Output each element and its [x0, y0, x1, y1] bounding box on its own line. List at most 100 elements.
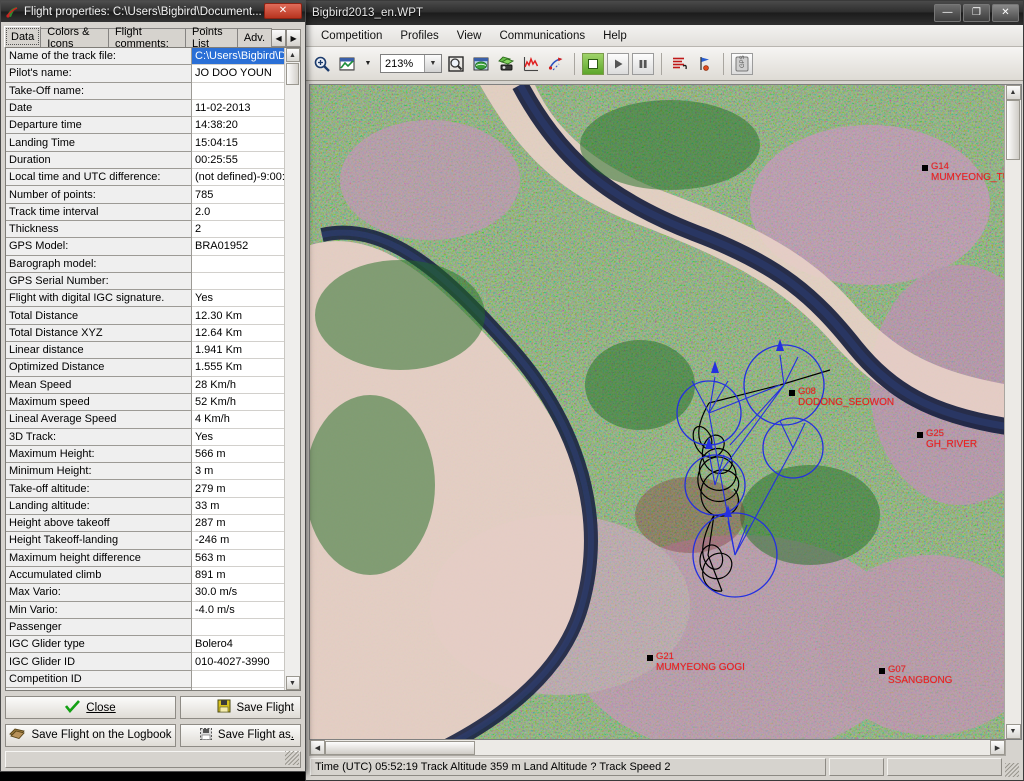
menu-profiles[interactable]: Profiles	[391, 28, 447, 44]
scroll-down-icon[interactable]: ▼	[1005, 724, 1021, 739]
pause-button-icon[interactable]	[632, 52, 654, 75]
property-value[interactable]	[192, 82, 284, 100]
property-row[interactable]: Total Distance XYZ 12.64 Km	[6, 324, 284, 343]
property-row[interactable]: 3D Track: Yes	[6, 428, 284, 446]
flag-marker-icon[interactable]	[694, 53, 716, 75]
property-value[interactable]: 1.555 Km	[192, 359, 284, 377]
property-row[interactable]: GPS Serial Number:	[6, 272, 284, 291]
scroll-up-icon[interactable]: ▲	[285, 48, 300, 62]
property-row[interactable]: Linear distance 1.941 Km	[6, 342, 284, 360]
property-value[interactable]: 3 m	[192, 463, 284, 481]
dialog-close-button[interactable]: ✕	[264, 3, 302, 19]
property-row[interactable]: Maximum Height: 566 m	[6, 445, 284, 464]
property-value[interactable]: C:\Users\Bigbird\Doc	[192, 48, 284, 66]
property-value[interactable]: 287 m	[192, 515, 284, 533]
property-value[interactable]: 30.0 m/s	[192, 584, 284, 602]
property-row[interactable]: IGC Glider type Bolero4	[6, 636, 284, 654]
property-value[interactable]: 785	[192, 186, 284, 204]
scroll-right-icon[interactable]: ▶	[990, 740, 1005, 755]
property-row[interactable]: Height Takeoff-landing -246 m	[6, 532, 284, 550]
property-row[interactable]: GPS Model: BRA01952	[6, 238, 284, 256]
horizontal-scroll-thumb[interactable]	[325, 740, 475, 755]
property-row[interactable]: Maximum speed 52 Km/h	[6, 393, 284, 412]
property-value[interactable]: 566 m	[192, 445, 284, 464]
property-row[interactable]: Local time and UTC difference: (not defi…	[6, 169, 284, 187]
property-value[interactable]	[192, 687, 284, 690]
map-cash-icon[interactable]	[495, 53, 517, 75]
property-value[interactable]: 4 Km/h	[192, 411, 284, 429]
property-row[interactable]: Height above takeoff 287 m	[6, 515, 284, 533]
property-value[interactable]: Yes	[192, 428, 284, 446]
tab-points-list[interactable]: Points List	[185, 26, 238, 50]
property-value[interactable]: 00:25:55	[192, 151, 284, 170]
zoom-level-combobox[interactable]: 213% ▼	[380, 54, 442, 73]
property-value[interactable]: 33 m	[192, 497, 284, 516]
property-value[interactable]: 12.30 Km	[192, 307, 284, 325]
tab-data[interactable]: Data	[4, 26, 42, 47]
resize-grip-icon[interactable]	[1005, 763, 1019, 777]
property-value[interactable]: 1.941 Km	[192, 342, 284, 360]
close-button[interactable]: ✕	[992, 4, 1019, 22]
map-vertical-scrollbar[interactable]: ▲ ▼	[1004, 85, 1021, 739]
close-button[interactable]: Close	[5, 696, 176, 719]
property-row[interactable]: Minimum Height: 3 m	[6, 463, 284, 481]
menu-help[interactable]: Help	[594, 28, 636, 44]
property-row[interactable]: Barograph model:	[6, 255, 284, 273]
property-value[interactable]: -246 m	[192, 532, 284, 550]
property-row[interactable]: Optimized Distance 1.555 Km	[6, 359, 284, 377]
property-row[interactable]: Departure time 14:38:20	[6, 117, 284, 135]
tab-colors-and-icons[interactable]: Colors & Icons	[40, 26, 109, 50]
tab-flight-comments[interactable]: Flight comments:	[107, 26, 186, 50]
property-row[interactable]: Passenger	[6, 618, 284, 637]
menu-competition[interactable]: Competition	[312, 28, 391, 44]
property-value[interactable]: 2.0	[192, 203, 284, 221]
property-row[interactable]: Take-off altitude: 279 m	[6, 480, 284, 498]
scroll-left-icon[interactable]: ◀	[310, 740, 325, 755]
grid-vertical-scrollbar[interactable]: ▲ ▼	[284, 48, 300, 690]
play-button-icon[interactable]	[607, 52, 629, 75]
property-value[interactable]: 14:38:20	[192, 117, 284, 135]
property-value[interactable]: Bolero4	[192, 636, 284, 654]
property-value[interactable]: 12.64 Km	[192, 324, 284, 343]
menu-view[interactable]: View	[448, 28, 491, 44]
barogram-icon[interactable]	[520, 53, 542, 75]
property-row[interactable]: Maximum height difference 563 m	[6, 549, 284, 567]
property-value[interactable]: 2	[192, 220, 284, 239]
vertical-scroll-thumb[interactable]	[1006, 100, 1020, 160]
property-value[interactable]: (not defined)-9:00:00	[192, 169, 284, 187]
vertical-scroll-thumb[interactable]	[286, 63, 299, 85]
save-flight-on-logbook-button[interactable]: Save Flight on the Logbook	[5, 723, 176, 747]
property-value[interactable]	[192, 272, 284, 291]
property-row[interactable]: Thickness 2	[6, 220, 284, 239]
satellite-map-canvas[interactable]: G14 MUMYEONG_TUNNEL G11 GORYEONG_1_TUNNE…	[310, 85, 1004, 739]
property-row[interactable]: Number of points: 785	[6, 186, 284, 204]
tab-advanced[interactable]: Adv.	[236, 28, 273, 47]
menu-communications[interactable]: Communications	[490, 28, 594, 44]
property-row[interactable]: Take-Off name:	[6, 82, 284, 100]
flight-list-icon[interactable]	[669, 53, 691, 75]
gps-device-icon[interactable]: GPS	[731, 52, 753, 75]
resize-grip-icon[interactable]	[285, 751, 299, 765]
property-row[interactable]: Mean Speed 28 Km/h	[6, 376, 284, 394]
property-value[interactable]: BRA01952	[192, 238, 284, 256]
property-row[interactable]: Accumulated climb 891 m	[6, 566, 284, 585]
minimize-button[interactable]: —	[934, 4, 961, 22]
track-chart-icon[interactable]	[336, 53, 358, 75]
property-value[interactable]	[192, 670, 284, 688]
property-row[interactable]: Name of the track file: C:\Users\Bigbird\…	[6, 48, 284, 66]
property-row[interactable]: Flight with digital IGC signature. Yes	[6, 290, 284, 308]
property-row[interactable]: Landing Time 15:04:15	[6, 134, 284, 152]
property-row[interactable]: IGC Competition Class	[6, 687, 284, 690]
property-row[interactable]: Total Distance 12.30 Km	[6, 307, 284, 325]
save-flight-button[interactable]: Save Flight	[180, 696, 301, 719]
property-row[interactable]: Duration 00:25:55	[6, 151, 284, 170]
stop-button-icon[interactable]	[582, 52, 604, 75]
property-row[interactable]: Landing altitude: 33 m	[6, 497, 284, 516]
property-value[interactable]: 563 m	[192, 549, 284, 567]
scroll-down-icon[interactable]: ▼	[285, 676, 300, 690]
maximize-button[interactable]: ❐	[963, 4, 990, 22]
tab-scroll-left-icon[interactable]: ◀	[271, 29, 287, 47]
zoom-select-icon[interactable]	[445, 53, 467, 75]
property-row[interactable]: IGC Glider ID 010-4027-3990	[6, 653, 284, 671]
property-value[interactable]: 010-4027-3990	[192, 653, 284, 671]
